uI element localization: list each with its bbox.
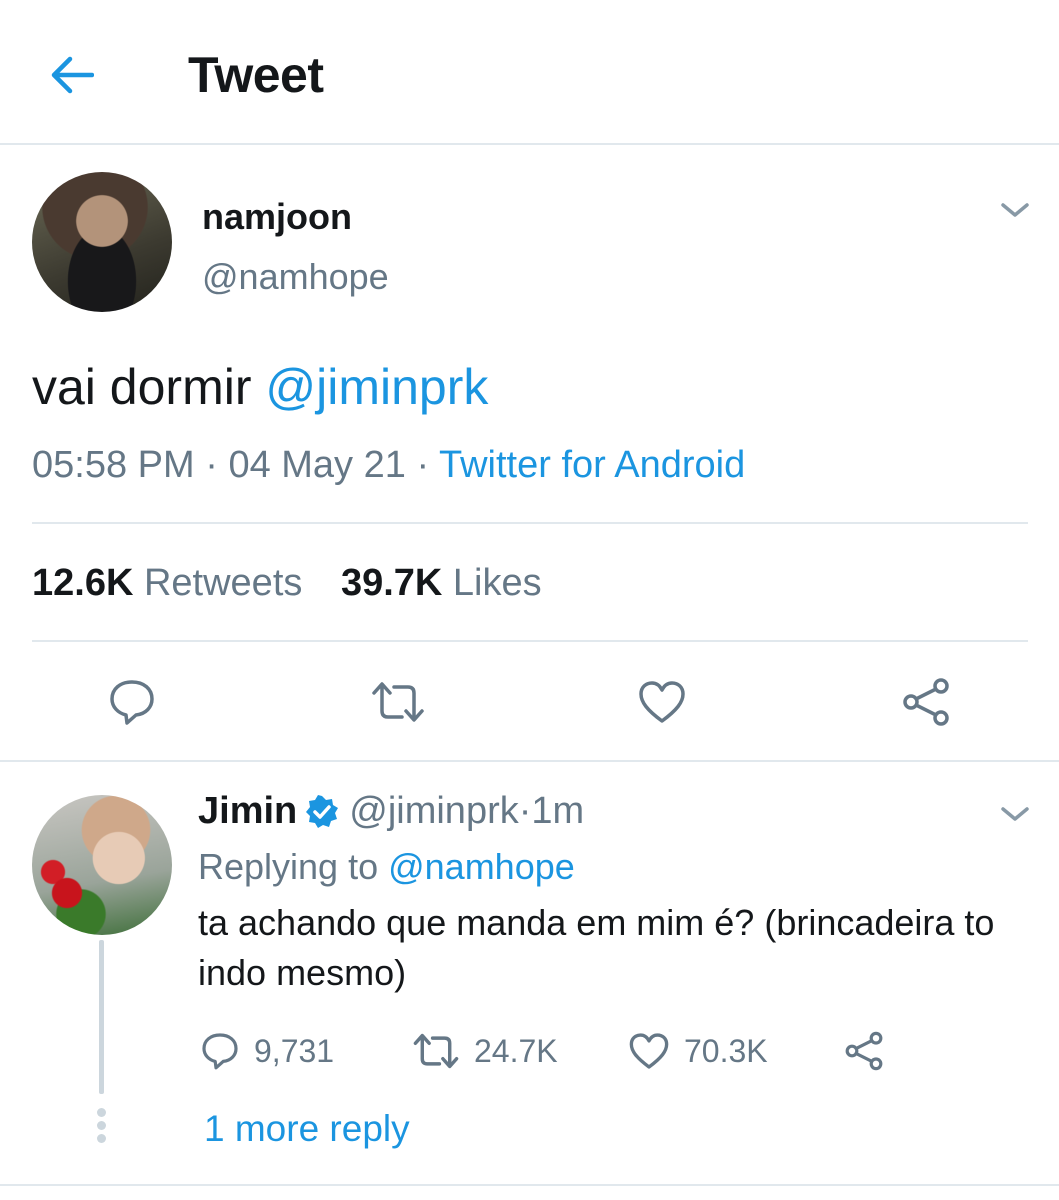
author-name[interactable]: namjoon [202, 196, 352, 238]
more-replies-link[interactable]: 1 more reply [204, 1108, 410, 1150]
replying-to: Replying to @namhope [198, 846, 575, 888]
reply-author-handle[interactable]: @jiminprk [349, 790, 518, 833]
share-icon [845, 1031, 883, 1071]
author-avatar[interactable] [32, 172, 172, 312]
retweet-icon [372, 682, 424, 722]
retweet-count: 24.7K [474, 1032, 558, 1069]
chevron-down-icon [1001, 807, 1029, 821]
tweet-meta: 05:58 PM · 04 May 21 · Twitter for Andro… [32, 444, 745, 487]
reply-icon [202, 1033, 238, 1070]
like-icon [639, 681, 685, 723]
page-title: Tweet [188, 47, 324, 103]
thread-line [99, 940, 104, 1094]
section-divider [0, 760, 1059, 762]
reply-retweet-button[interactable]: 24.7K [412, 1028, 558, 1074]
replying-to-link[interactable]: @namhope [388, 846, 575, 887]
reply-reply-button[interactable]: 9,731 [200, 1028, 334, 1074]
reply-icon [110, 680, 154, 725]
retweets-stat[interactable]: 12.6K Retweets [32, 562, 302, 604]
like-count: 70.3K [684, 1032, 768, 1069]
tweet-time: 05:58 PM [32, 444, 195, 486]
likes-stat[interactable]: 39.7K Likes [341, 562, 542, 604]
thread-dots [97, 1108, 106, 1147]
author-handle[interactable]: @namhope [202, 256, 389, 298]
tweet-date: 04 May 21 [228, 444, 406, 486]
reply-author-name[interactable]: Jimin [198, 790, 297, 833]
meta-separator: · [194, 444, 229, 486]
mention-link[interactable]: @jiminprk [265, 359, 488, 415]
tweet-menu-button[interactable] [1000, 200, 1030, 225]
retweet-button[interactable] [370, 674, 426, 730]
reply-header: Jimin @jiminprk · 1m [198, 790, 584, 833]
reply-author-avatar[interactable] [32, 795, 172, 935]
reply-time: 1m [531, 790, 585, 832]
retweets-count: 12.6K [32, 562, 134, 604]
reply-share-button[interactable] [844, 1028, 898, 1074]
reply-button[interactable] [104, 674, 160, 730]
likes-count: 39.7K [340, 562, 443, 604]
reply-text: ta achando que manda em mim é? (brincade… [198, 902, 995, 993]
replying-to-label: Replying to [198, 846, 389, 887]
tweet-text: vai dormir @jiminprk [32, 358, 488, 416]
tweet-source-link[interactable]: Twitter for Android [439, 444, 745, 486]
share-button[interactable] [898, 674, 954, 730]
share-icon [903, 678, 949, 726]
back-button[interactable] [44, 50, 100, 100]
reply-menu-button[interactable] [1000, 804, 1030, 829]
reply-like-button[interactable]: 70.3K [628, 1028, 768, 1074]
like-icon [629, 1033, 669, 1069]
likes-label: Likes [452, 562, 542, 604]
tweet-stats: 12.6K Retweets 39.7K Likes [32, 562, 570, 605]
retweets-label: Retweets [143, 562, 303, 604]
reply-count: 9,731 [254, 1032, 335, 1069]
retweet-icon [413, 1033, 459, 1069]
divider [32, 640, 1028, 642]
time-separator: · [518, 790, 532, 832]
meta-separator: · [405, 444, 439, 486]
like-button[interactable] [634, 674, 690, 730]
arrow-left-icon [51, 56, 94, 94]
verified-badge-icon [305, 794, 339, 829]
bottom-divider [0, 1184, 1059, 1186]
top-bar: Tweet [0, 0, 1059, 145]
divider [32, 522, 1028, 524]
chevron-down-icon [1001, 203, 1029, 217]
tweet-text-body: vai dormir [32, 359, 266, 415]
